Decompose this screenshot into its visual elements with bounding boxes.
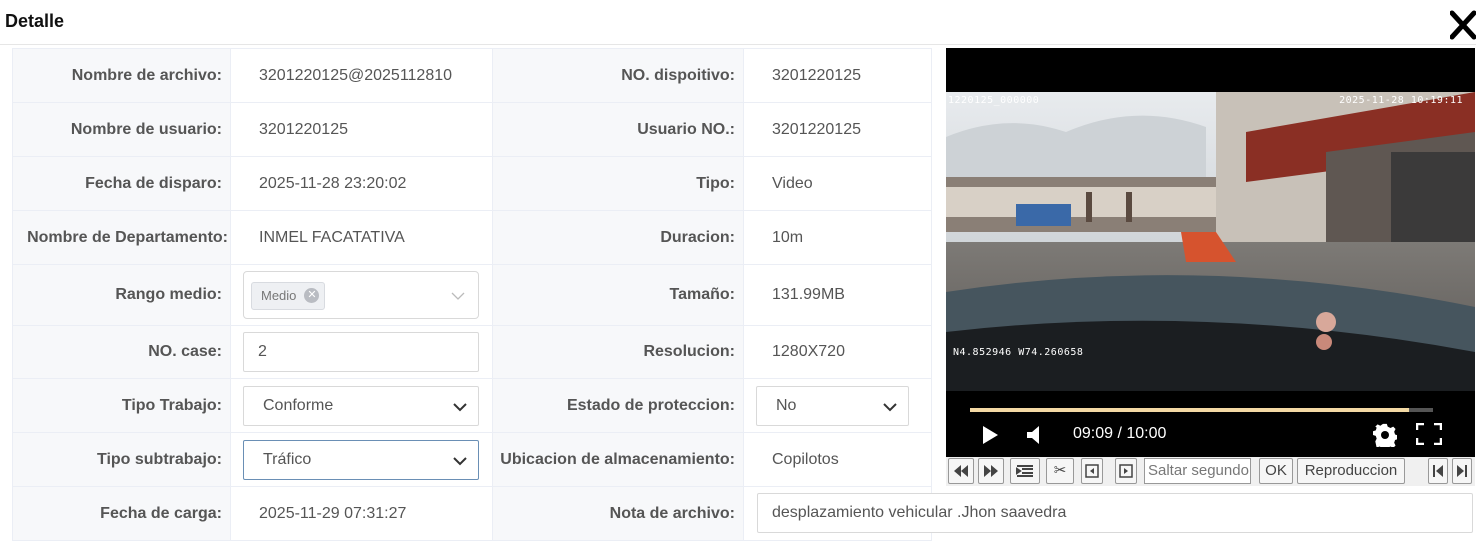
storage-location-label: Ubicacion de almacenamiento:	[492, 432, 744, 487]
osd-gps: N4.852946 W74.260658	[953, 347, 1084, 358]
resolution-label: Resolucion:	[492, 325, 744, 379]
row-7: Tipo Trabajo: Conforme Estado de protecc…	[12, 378, 932, 433]
list-icon[interactable]	[1010, 458, 1040, 484]
work-subtype-select[interactable]: Tráfico	[243, 439, 479, 480]
row-8: Tipo subtrabajo: Tráfico Ubicacion de al…	[12, 432, 932, 487]
user-no-value: 3201220125	[743, 102, 932, 157]
work-type-select[interactable]: Conforme	[243, 385, 479, 426]
user-no-label: Usuario NO.:	[492, 102, 744, 157]
fast-forward-icon[interactable]	[978, 458, 1004, 484]
osd-file-id: 1220125_000000	[948, 95, 1040, 106]
case-no-cell: 2	[230, 325, 493, 379]
rewind-icon[interactable]	[948, 458, 974, 484]
skip-start-icon[interactable]	[1428, 458, 1448, 484]
chevron-down-icon	[883, 402, 897, 411]
file-name-label: Nombre de archivo:	[12, 48, 231, 103]
case-no-label: NO. case:	[12, 325, 231, 379]
work-type-cell: Conforme	[230, 378, 493, 433]
department-value: INMEL FACATATIVA	[230, 210, 493, 265]
time-display: 09:09 / 10:00	[1073, 425, 1167, 442]
department-label: Nombre de Departamento:	[12, 210, 231, 265]
duration-value: 10m	[743, 210, 932, 265]
remove-tag-icon[interactable]: ✕	[304, 288, 320, 303]
duration-label: Duracion:	[492, 210, 744, 265]
work-type-label: Tipo Trabajo:	[12, 378, 231, 433]
video-frame: 1220125_000000 2025-11-28 10:19:11 N4.85…	[946, 92, 1475, 391]
trigger-date-value: 2025-11-28 23:20:02	[230, 156, 493, 211]
protection-cell: No	[743, 378, 932, 433]
work-type-selected: Conforme	[263, 396, 334, 414]
size-value: 131.99MB	[743, 264, 932, 326]
chevron-down-icon	[453, 402, 467, 411]
detail-table: Nombre de archivo: 3201220125@2025112810…	[12, 48, 932, 541]
prev-frame-icon[interactable]	[1081, 458, 1103, 484]
dialog-title: Detalle	[5, 11, 65, 31]
type-value: Video	[743, 156, 932, 211]
progress-fill	[970, 408, 1409, 412]
row-2: Nombre de usuario: 3201220125 Usuario NO…	[12, 102, 932, 157]
volume-icon[interactable]	[1026, 425, 1044, 445]
player-toolbar: ✂ Saltar segundo OK Reproduccion	[946, 457, 1475, 486]
dialog-header: Detalle	[0, 0, 1476, 45]
protection-label: Estado de proteccion:	[492, 378, 744, 433]
work-subtype-label: Tipo subtrabajo:	[12, 432, 231, 487]
work-subtype-cell: Tráfico	[230, 432, 493, 487]
resolution-value: 1280X720	[743, 325, 932, 379]
media-range-label: Rango medio:	[12, 264, 231, 326]
chevron-down-icon	[453, 456, 467, 465]
osd-datetime: 2025-11-28 10:19:11	[1339, 95, 1463, 106]
settings-gear-icon[interactable]	[1373, 423, 1397, 447]
video-player[interactable]: 1220125_000000 2025-11-28 10:19:11 N4.85…	[946, 48, 1475, 457]
file-note-input[interactable]: desplazamiento vehicular .Jhon saavedra	[757, 493, 1473, 533]
file-note-value: desplazamiento vehicular .Jhon saavedra	[772, 504, 1067, 521]
media-range-select[interactable]: Medio ✕	[243, 271, 479, 319]
play-icon[interactable]	[981, 425, 999, 445]
upload-date-value: 2025-11-29 07:31:27	[230, 486, 493, 541]
fullscreen-icon[interactable]	[1416, 423, 1442, 445]
file-name-value: 3201220125@2025112810	[230, 48, 493, 103]
protection-selected: No	[776, 396, 797, 414]
next-frame-icon[interactable]	[1115, 458, 1137, 484]
skip-seconds-input[interactable]: Saltar segundo	[1144, 458, 1251, 484]
device-no-value: 3201220125	[743, 48, 932, 103]
row-1: Nombre de archivo: 3201220125@2025112810…	[12, 48, 932, 103]
skip-end-icon[interactable]	[1452, 458, 1472, 484]
media-range-tag-label: Medio	[261, 288, 297, 303]
user-name-value: 3201220125	[230, 102, 493, 157]
work-subtype-selected: Tráfico	[263, 450, 312, 468]
progress-bar[interactable]	[970, 408, 1433, 412]
row-5: Rango medio: Medio ✕ Tamaño: 131.99MB	[12, 264, 932, 326]
row-3: Fecha de disparo: 2025-11-28 23:20:02 Ti…	[12, 156, 932, 211]
close-icon[interactable]	[1450, 10, 1476, 40]
type-label: Tipo:	[492, 156, 744, 211]
playback-button[interactable]: Reproduccion	[1297, 458, 1405, 484]
storage-location-value: Copilotos	[743, 432, 932, 487]
case-no-input-value: 2	[258, 343, 267, 360]
row-4: Nombre de Departamento: INMEL FACATATIVA…	[12, 210, 932, 265]
case-no-input[interactable]: 2	[243, 332, 479, 372]
chevron-down-icon	[451, 292, 465, 300]
upload-date-label: Fecha de carga:	[12, 486, 231, 541]
media-range-cell: Medio ✕	[230, 264, 493, 326]
trigger-date-label: Fecha de disparo:	[12, 156, 231, 211]
scissors-icon[interactable]: ✂	[1046, 458, 1074, 484]
ok-button[interactable]: OK	[1259, 458, 1293, 484]
row-6: NO. case: 2 Resolucion: 1280X720	[12, 325, 932, 379]
size-label: Tamaño:	[492, 264, 744, 326]
device-no-label: NO. dispoitivo:	[492, 48, 744, 103]
user-name-label: Nombre de usuario:	[12, 102, 231, 157]
file-note-label: Nota de archivo:	[492, 486, 744, 541]
protection-select[interactable]: No	[756, 385, 909, 426]
media-range-tag: Medio ✕	[251, 282, 326, 310]
